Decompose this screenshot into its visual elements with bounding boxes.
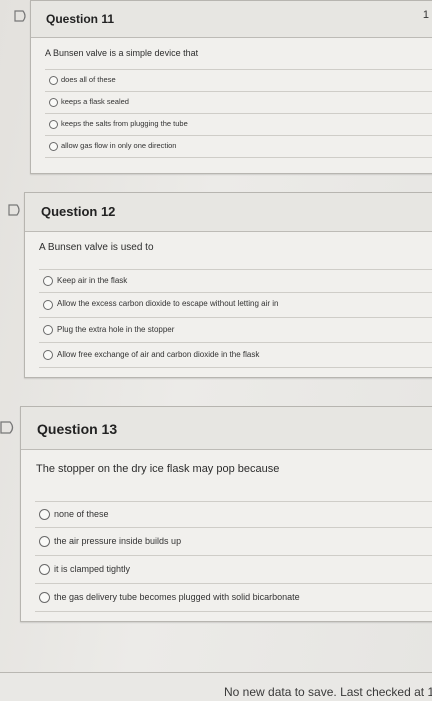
answer-option[interactable]: keeps a flask sealed <box>45 92 432 114</box>
flag-question-icon[interactable] <box>8 204 22 216</box>
answer-label: none of these <box>54 509 109 519</box>
answer-option[interactable]: Allow the excess carbon dioxide to escap… <box>39 293 432 318</box>
question-title: Question 13 <box>37 421 118 437</box>
radio-button[interactable] <box>39 509 50 520</box>
question-prompt: The stopper on the dry ice flask may pop… <box>36 463 280 475</box>
radio-button[interactable] <box>39 592 50 603</box>
question-header: Question 12 <box>25 193 432 232</box>
flag-question-icon[interactable] <box>14 10 28 22</box>
radio-button[interactable] <box>49 120 58 129</box>
answer-label: does all of these <box>61 75 116 84</box>
question-header: Question 13 <box>21 407 432 450</box>
answer-option[interactable]: keeps the salts from plugging the tube <box>45 114 432 136</box>
answer-list: none of these the air pressure inside bu… <box>35 501 432 612</box>
quiz-page: Question 11 1 A Bunsen valve is a simple… <box>0 0 432 701</box>
question-points: 1 <box>422 9 429 21</box>
answer-option[interactable]: the air pressure inside builds up <box>35 528 432 556</box>
question-prompt: A Bunsen valve is used to <box>39 242 154 253</box>
question-title: Question 11 <box>46 12 115 26</box>
radio-button[interactable] <box>39 564 50 575</box>
answer-label: allow gas flow in only one direction <box>61 141 177 150</box>
question-card: Question 13 The stopper on the dry ice f… <box>20 406 432 622</box>
radio-button[interactable] <box>43 276 53 286</box>
answer-label: Plug the extra hole in the stopper <box>57 325 175 334</box>
answer-option[interactable]: Allow free exchange of air and carbon di… <box>39 343 432 368</box>
answer-label: Allow free exchange of air and carbon di… <box>57 350 260 359</box>
radio-button[interactable] <box>43 325 53 335</box>
answer-label: the air pressure inside builds up <box>54 536 182 546</box>
radio-button[interactable] <box>43 300 53 310</box>
question-header: Question 11 1 <box>31 1 432 38</box>
answer-label: the gas delivery tube becomes plugged wi… <box>54 592 300 602</box>
question-card: Question 11 1 A Bunsen valve is a simple… <box>30 0 432 174</box>
answer-label: Allow the excess carbon dioxide to escap… <box>57 299 279 308</box>
answer-option[interactable]: none of these <box>35 501 432 528</box>
answer-list: does all of these keeps a flask sealed k… <box>45 69 432 158</box>
question-prompt: A Bunsen valve is a simple device that <box>45 48 199 58</box>
answer-option[interactable]: allow gas flow in only one direction <box>45 136 432 158</box>
radio-button[interactable] <box>49 98 58 107</box>
question-title: Question 12 <box>41 204 116 219</box>
question-card: Question 12 A Bunsen valve is used to Ke… <box>24 192 432 378</box>
save-status-bar: No new data to save. Last checked at 1 <box>0 672 432 701</box>
answer-option[interactable]: the gas delivery tube becomes plugged wi… <box>35 584 432 612</box>
answer-label: it is clamped tightly <box>54 564 131 574</box>
answer-option[interactable]: Keep air in the flask <box>39 269 432 293</box>
answer-label: Keep air in the flask <box>57 276 128 285</box>
radio-button[interactable] <box>49 142 58 151</box>
flag-question-icon[interactable] <box>0 421 16 434</box>
radio-button[interactable] <box>49 76 58 85</box>
answer-option[interactable]: Plug the extra hole in the stopper <box>39 318 432 343</box>
radio-button[interactable] <box>43 350 53 360</box>
answer-label: keeps the salts from plugging the tube <box>61 119 188 128</box>
answer-option[interactable]: it is clamped tightly <box>35 556 432 584</box>
answer-list: Keep air in the flask Allow the excess c… <box>39 269 432 368</box>
save-status-text: No new data to save. Last checked at 1 <box>224 685 432 699</box>
answer-label: keeps a flask sealed <box>61 97 129 106</box>
radio-button[interactable] <box>39 536 50 547</box>
answer-option[interactable]: does all of these <box>45 69 432 92</box>
